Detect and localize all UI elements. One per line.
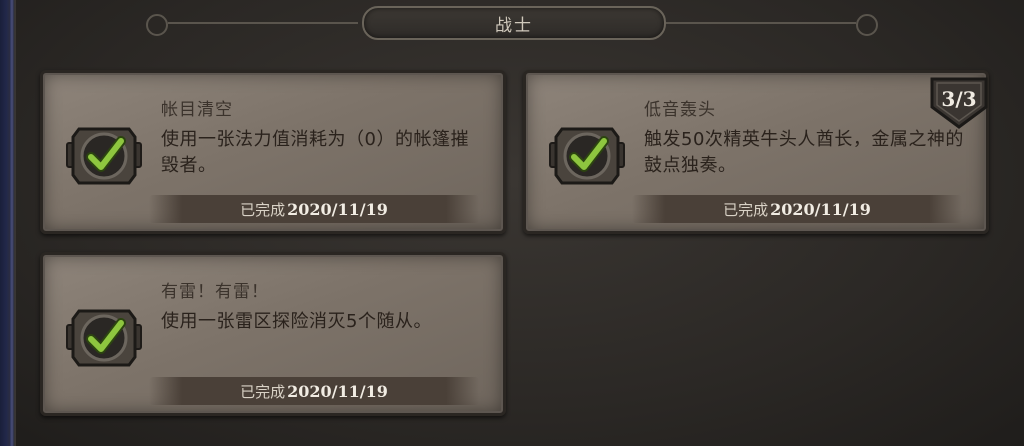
header-scroll-right (856, 14, 878, 36)
left-frame-ridge (10, 0, 14, 446)
completion-bar: 已完成 2020/11/19 (149, 377, 479, 405)
completion-bar: 已完成 2020/11/19 (149, 195, 479, 223)
achievement-card[interactable]: 帐目清空 使用一张法力值消耗为（0）的帐篷摧毁者。 已完成 2020/11/19 (40, 70, 506, 234)
progress-count: 3/3 (941, 87, 977, 111)
achievement-title: 低音轰头 (644, 100, 716, 120)
completed-date: 2020/11/19 (770, 199, 871, 219)
achievement-description: 触发50次精英牛头人酋长，金属之神的鼓点独奏。 (644, 129, 964, 176)
completed-date: 2020/11/19 (287, 381, 388, 401)
achievement-title: 有雷！有雷！ (161, 282, 269, 302)
completed-label: 已完成 (240, 382, 286, 401)
class-header: 战士 (362, 6, 666, 40)
achievement-description: 使用一张雷区探险消灭5个随从。 (161, 311, 432, 332)
checkmark-icon (549, 127, 625, 185)
checkmark-icon (66, 127, 142, 185)
achievement-card[interactable]: 有雷！有雷！ 使用一张雷区探险消灭5个随从。 已完成 2020/11/19 (40, 252, 506, 416)
achievement-card[interactable]: 低音轰头 触发50次精英牛头人酋长，金属之神的鼓点独奏。 已完成 2020/11… (523, 70, 989, 234)
header-scroll-left (146, 14, 168, 36)
header-rule-left (168, 22, 358, 24)
header-rule-right (666, 22, 856, 24)
achievement-title: 帐目清空 (161, 100, 233, 120)
checkmark-icon (66, 309, 142, 367)
left-frame-edge (0, 0, 16, 446)
achievement-description: 使用一张法力值消耗为（0）的帐篷摧毁者。 (161, 129, 469, 176)
completed-label: 已完成 (240, 200, 286, 219)
progress-badge: 3/3 (928, 77, 990, 129)
class-title: 战士 (495, 15, 533, 36)
completed-label: 已完成 (723, 200, 769, 219)
completion-bar: 已完成 2020/11/19 (632, 195, 962, 223)
completed-date: 2020/11/19 (287, 199, 388, 219)
